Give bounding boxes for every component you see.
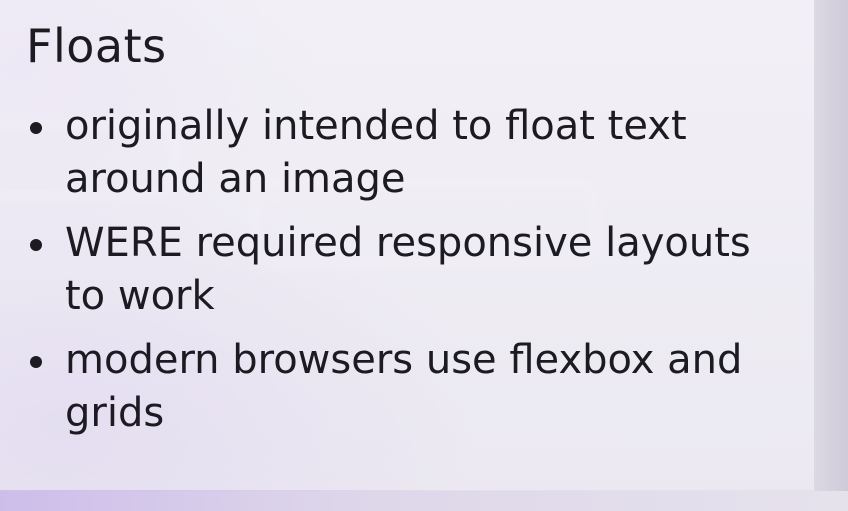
bullet-item: originally intended to float text around… [0,100,755,206]
bullet-text: modern browsers use flexbox and grids [65,337,743,436]
bullet-dot-icon [30,122,42,134]
bullet-item: modern browsers use flexbox and grids [0,334,755,440]
presentation-slide: Floats originally intended to float text… [0,0,814,490]
slide-title: Floats [26,19,167,73]
bullet-text: WERE required responsive layouts to work [65,220,751,319]
bullet-dot-icon [30,356,42,368]
bullet-text: originally intended to float text around… [65,103,687,202]
background-bottom-strip [0,491,848,511]
bullet-list: originally intended to float text around… [0,100,814,451]
background-edge [814,0,848,511]
bullet-item: WERE required responsive layouts to work [0,217,755,323]
bullet-dot-icon [30,239,42,251]
